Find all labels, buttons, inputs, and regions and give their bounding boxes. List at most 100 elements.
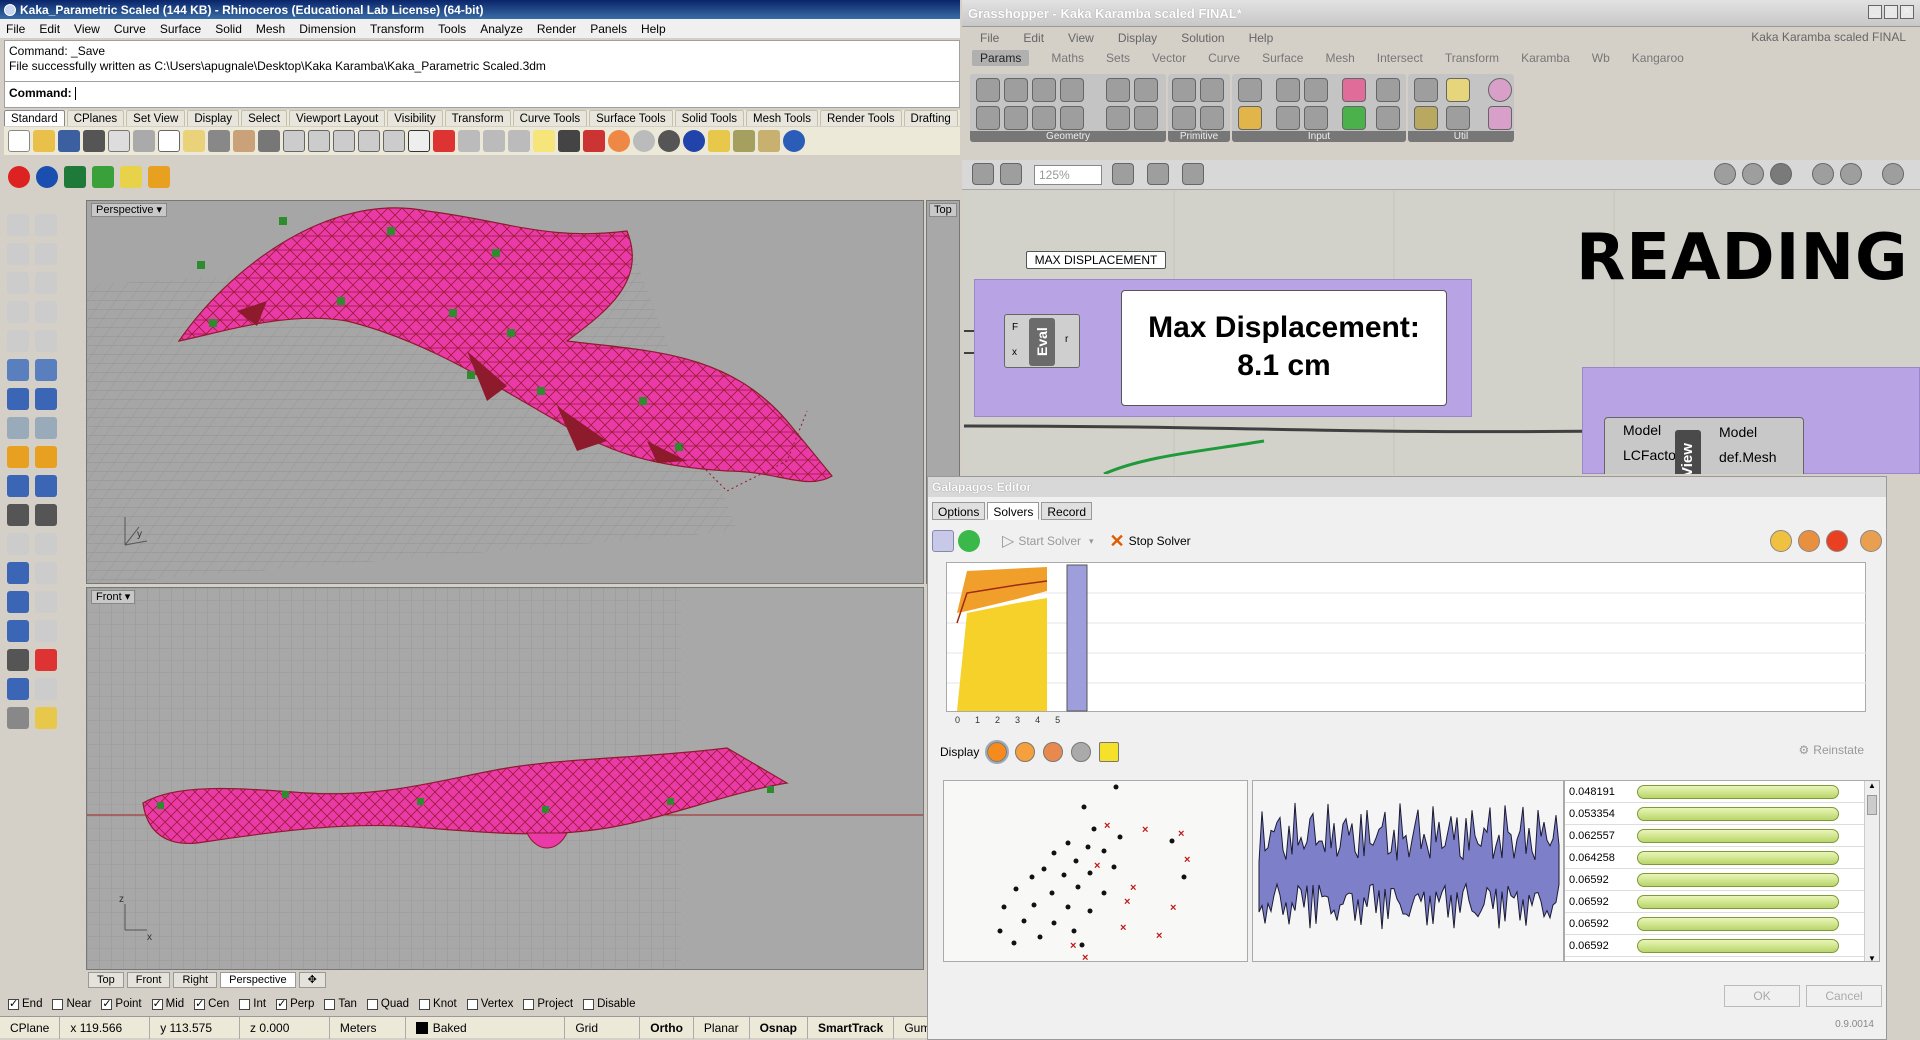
scroll-thumb[interactable] <box>1867 795 1877 815</box>
tab-surface-tools[interactable]: Surface Tools <box>589 110 673 126</box>
line-param-icon[interactable] <box>1004 106 1028 130</box>
eval-input-f[interactable]: F <box>1012 322 1018 333</box>
arc-icon[interactable] <box>35 271 57 294</box>
button-param-icon[interactable] <box>1276 78 1300 102</box>
gh-menu-item[interactable]: File <box>980 31 999 45</box>
copy-icon[interactable] <box>158 130 180 152</box>
osnap-vertex[interactable]: Vertex <box>466 998 513 1010</box>
gh-tab-surface[interactable]: Surface <box>1262 51 1303 65</box>
gh-menu-item[interactable]: Help <box>1249 31 1274 45</box>
gh-tab-curve[interactable]: Curve <box>1208 51 1240 65</box>
group-icon[interactable] <box>7 619 29 642</box>
menu-item[interactable]: Analyze <box>480 22 523 36</box>
help-icon[interactable] <box>783 130 805 152</box>
ellipse-icon[interactable] <box>7 329 29 352</box>
lock-icon[interactable] <box>558 130 580 152</box>
view-input-lcfactor[interactable]: LCFactor <box>1623 447 1681 463</box>
zoom-selected-icon[interactable] <box>358 130 380 152</box>
gh-menu-item[interactable]: Display <box>1118 31 1157 45</box>
gh-tab-karamba[interactable]: Karamba <box>1521 51 1570 65</box>
shade-icon[interactable] <box>35 706 57 729</box>
four-viewports-icon[interactable] <box>408 130 430 152</box>
list-item[interactable]: 0.053354 <box>1565 803 1879 825</box>
geometry-param-icon[interactable] <box>976 78 1000 102</box>
mesh-param-icon[interactable] <box>1134 78 1158 102</box>
tab-cplanes[interactable]: CPlanes <box>66 110 125 126</box>
blue-sphere-icon[interactable] <box>36 166 58 188</box>
panel-param-icon[interactable] <box>1376 106 1400 130</box>
gh-tab-intersect[interactable]: Intersect <box>1377 51 1423 65</box>
viewport-tab-front[interactable]: Front <box>126 972 171 988</box>
tab-record[interactable]: Record <box>1041 502 1093 520</box>
osnap-perp[interactable]: Perp <box>276 997 314 1010</box>
command-line[interactable]: Command: <box>5 81 959 105</box>
group-title-bubble[interactable]: MAX DISPLACEMENT <box>1026 251 1166 269</box>
array-icon[interactable] <box>35 590 57 613</box>
checkbox[interactable] <box>194 997 206 1010</box>
ungroup-icon[interactable] <box>35 619 57 642</box>
tools-gear-icon[interactable] <box>758 130 780 152</box>
color-wheel-icon[interactable] <box>608 130 630 152</box>
zoom-all-icon[interactable] <box>383 130 405 152</box>
checkbox[interactable] <box>523 998 535 1010</box>
checkbox[interactable] <box>8 997 19 1010</box>
tab-transform[interactable]: Transform <box>444 110 511 126</box>
status-units[interactable]: Meters <box>330 1016 406 1039</box>
zoom-icon[interactable] <box>283 130 305 152</box>
boolean-param-icon[interactable] <box>1172 78 1196 102</box>
gh-tab-kangaroo[interactable]: Kangaroo <box>1632 51 1684 65</box>
osnap-int[interactable]: Int <box>239 998 266 1010</box>
dimension-icon[interactable] <box>35 561 57 584</box>
cancel-button[interactable]: Cancel <box>1806 985 1882 1007</box>
tab-select[interactable]: Select <box>241 110 288 126</box>
checkbox[interactable] <box>276 997 288 1010</box>
max-displacement-panel[interactable]: Max Displacement: 8.1 cm <box>1121 290 1447 406</box>
osnap-disable[interactable]: Disable <box>583 998 635 1010</box>
menu-item[interactable]: Curve <box>114 22 146 36</box>
gauge-hot-icon[interactable] <box>1826 530 1848 552</box>
gh-menu-item[interactable]: Solution <box>1181 31 1224 45</box>
mesh-icon[interactable] <box>7 416 29 439</box>
toggle-param-icon[interactable] <box>1276 106 1300 130</box>
display-mode-4-icon[interactable] <box>1071 742 1092 762</box>
rendered-sphere-icon[interactable] <box>658 130 680 152</box>
red-sphere-icon[interactable] <box>8 166 30 188</box>
annealing-solver-icon[interactable] <box>958 530 980 552</box>
galapagos-icon[interactable] <box>1414 106 1438 130</box>
abc-param-icon[interactable] <box>1446 106 1470 130</box>
list-item[interactable]: 0.06592 <box>1565 935 1879 957</box>
osnap-icon[interactable] <box>508 130 530 152</box>
preview-mesh-icon[interactable] <box>1840 163 1862 185</box>
checkbox[interactable] <box>239 998 251 1010</box>
eval-component[interactable]: F x Eval r <box>1004 314 1080 368</box>
view-input-model[interactable]: Model <box>1623 422 1661 438</box>
start-solver-button[interactable]: ▷ Start Solver ▾ <box>1002 531 1094 551</box>
display-mode-1-icon[interactable] <box>985 740 1010 764</box>
preview-selected-icon[interactable] <box>1812 163 1834 185</box>
text-icon[interactable] <box>7 561 29 584</box>
mesh-sphere-icon[interactable] <box>35 416 57 439</box>
gh-tab-maths[interactable]: Maths <box>1051 51 1084 65</box>
osnap-knot[interactable]: Knot <box>419 998 457 1010</box>
select-icon[interactable] <box>483 130 505 152</box>
checkbox[interactable] <box>151 997 163 1010</box>
tab-options[interactable]: Options <box>932 502 986 520</box>
data-recorder-icon[interactable] <box>1446 78 1470 102</box>
fitness-list[interactable]: 0.048191 0.053354 0.062557 0.064258 0.06… <box>1564 780 1880 962</box>
front-viewport[interactable]: z x Front ▾ <box>86 587 924 970</box>
reinstate-button[interactable]: ⚙ Reinstate <box>1799 743 1864 757</box>
scroll-up-icon[interactable]: ▲ <box>1865 781 1879 790</box>
plane-param-icon[interactable] <box>1032 106 1056 130</box>
status-grid-snap[interactable]: Grid Snap <box>565 1016 641 1039</box>
perspective-viewport[interactable]: y Perspective ▾ <box>86 200 924 584</box>
menu-item[interactable]: Edit <box>39 22 60 36</box>
number-param-icon[interactable] <box>1172 106 1196 130</box>
osnap-point[interactable]: Point <box>101 997 142 1010</box>
fillet-curve-icon[interactable] <box>35 329 57 352</box>
egg-icon[interactable] <box>1860 530 1882 552</box>
car-icon[interactable] <box>433 130 455 152</box>
surface-icon[interactable] <box>7 358 29 381</box>
ok-button[interactable]: OK <box>1724 985 1800 1007</box>
zoom-extents-icon[interactable] <box>333 130 355 152</box>
options-gear-icon[interactable] <box>733 130 755 152</box>
